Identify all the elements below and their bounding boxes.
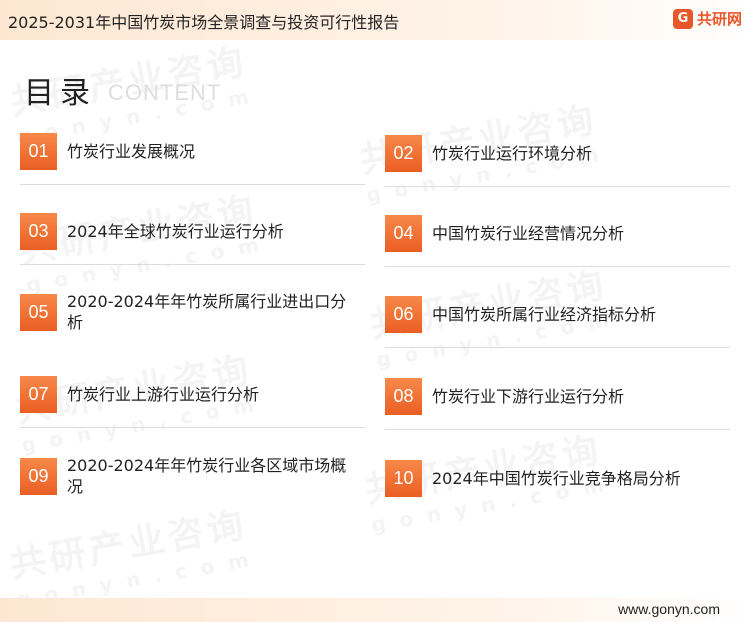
toc-item[interactable]: 02 竹炭行业运行环境分析 [385, 135, 730, 187]
toc-heading: 目录 [24, 76, 96, 111]
item-label: 竹炭行业下游行业运行分析 [432, 387, 625, 406]
item-number-badge: 05 [20, 294, 57, 331]
toc-item[interactable]: 10 2024年中国竹炭行业竞争格局分析 [385, 460, 730, 512]
item-label: 中国竹炭所属行业经济指标分析 [432, 305, 657, 324]
toc-item[interactable]: 09 2020-2024年年竹炭行业各区域市场概况 [20, 456, 365, 506]
item-number-badge: 06 [385, 296, 422, 333]
header-bar: 2025-2031年中国竹炭市场全景调查与投资可行性报告 G 共研网 [0, 0, 750, 40]
report-title: 2025-2031年中国竹炭市场全景调查与投资可行性报告 [8, 13, 400, 32]
toc-item[interactable]: 04 中国竹炭行业经营情况分析 [385, 215, 730, 267]
logo-text: 共研网 [696, 10, 742, 28]
item-label: 竹炭行业上游行业运行分析 [67, 385, 260, 404]
divider [385, 429, 730, 430]
item-label: 2020-2024年年竹炭行业各区域市场概况 [67, 456, 347, 496]
item-number-badge: 01 [20, 133, 57, 170]
toc-item[interactable]: 08 竹炭行业下游行业运行分析 [385, 378, 730, 430]
item-number-badge: 08 [385, 378, 422, 415]
toc-item[interactable]: 07 竹炭行业上游行业运行分析 [20, 376, 365, 428]
item-label: 2024年中国竹炭行业竞争格局分析 [432, 469, 681, 488]
toc-item[interactable]: 05 2020-2024年年竹炭所属行业进出口分析 [20, 292, 365, 342]
watermark: 共研产业咨询 gonyn.com [6, 504, 265, 613]
toc-subheading: CONTENT [108, 80, 222, 105]
item-number-badge: 09 [20, 458, 57, 495]
brand-logo: G 共研网 [672, 8, 742, 29]
toc-item[interactable]: 01 竹炭行业发展概况 [20, 133, 365, 185]
divider [20, 427, 365, 428]
toc-item[interactable]: 06 中国竹炭所属行业经济指标分析 [385, 296, 730, 348]
divider [385, 266, 730, 267]
logo-icon: G [672, 8, 693, 29]
footer-bar: www.gonyn.com [0, 598, 750, 622]
footer-url[interactable]: www.gonyn.com [618, 601, 720, 617]
item-number-badge: 10 [385, 460, 422, 497]
item-label: 2024年全球竹炭行业运行分析 [67, 222, 284, 241]
toc-item[interactable]: 03 2024年全球竹炭行业运行分析 [20, 213, 365, 265]
item-label: 竹炭行业发展概况 [67, 142, 196, 161]
item-number-badge: 07 [20, 376, 57, 413]
divider [20, 184, 365, 185]
item-label: 竹炭行业运行环境分析 [432, 144, 593, 163]
divider [20, 264, 365, 265]
item-number-badge: 02 [385, 135, 422, 172]
item-label: 2020-2024年年竹炭所属行业进出口分析 [67, 292, 347, 332]
item-label: 中国竹炭行业经营情况分析 [432, 224, 625, 243]
item-number-badge: 03 [20, 213, 57, 250]
divider [385, 186, 730, 187]
item-number-badge: 04 [385, 215, 422, 252]
divider [385, 347, 730, 348]
